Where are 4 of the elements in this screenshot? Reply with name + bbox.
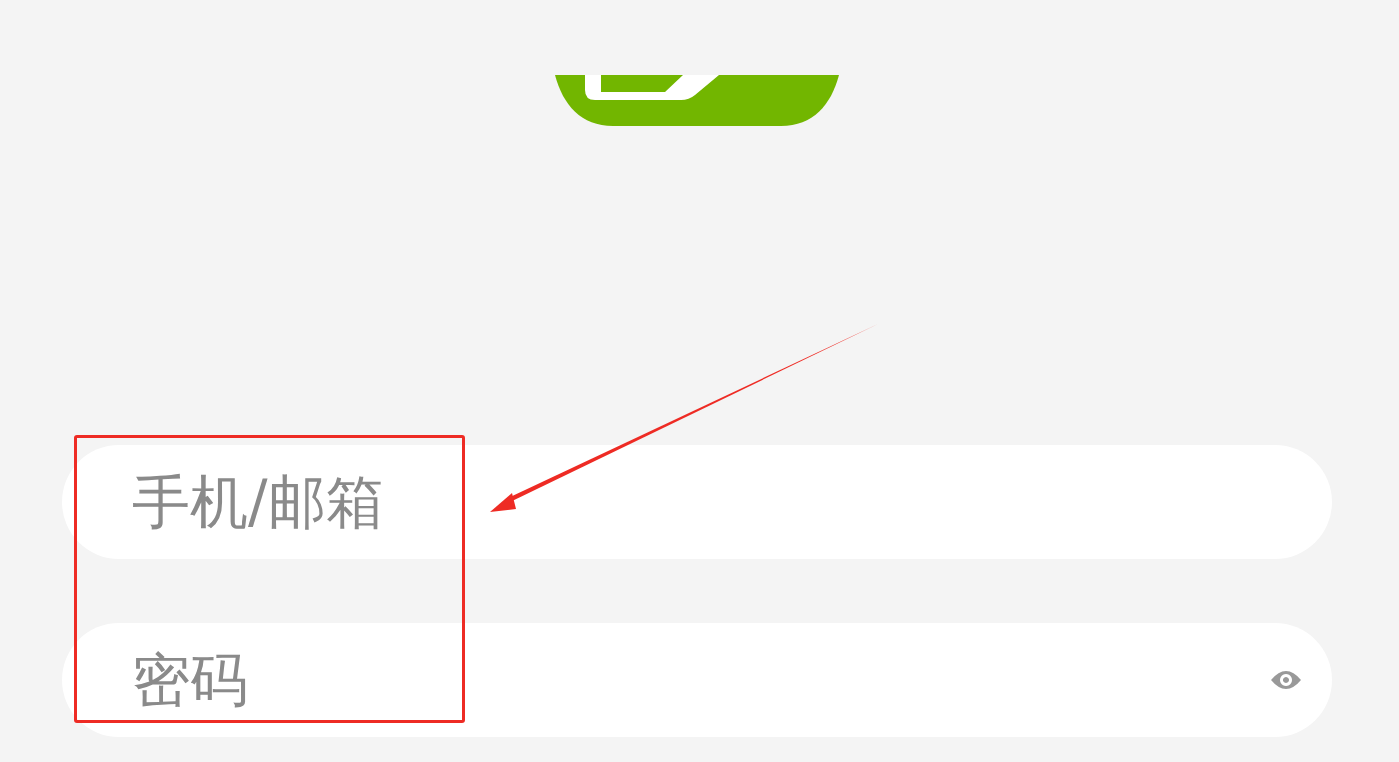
logo-icon xyxy=(555,75,839,126)
eye-icon[interactable] xyxy=(1271,670,1301,690)
password-field[interactable]: 密码 xyxy=(62,623,1332,737)
account-field[interactable]: 手机/邮箱 xyxy=(62,445,1332,559)
